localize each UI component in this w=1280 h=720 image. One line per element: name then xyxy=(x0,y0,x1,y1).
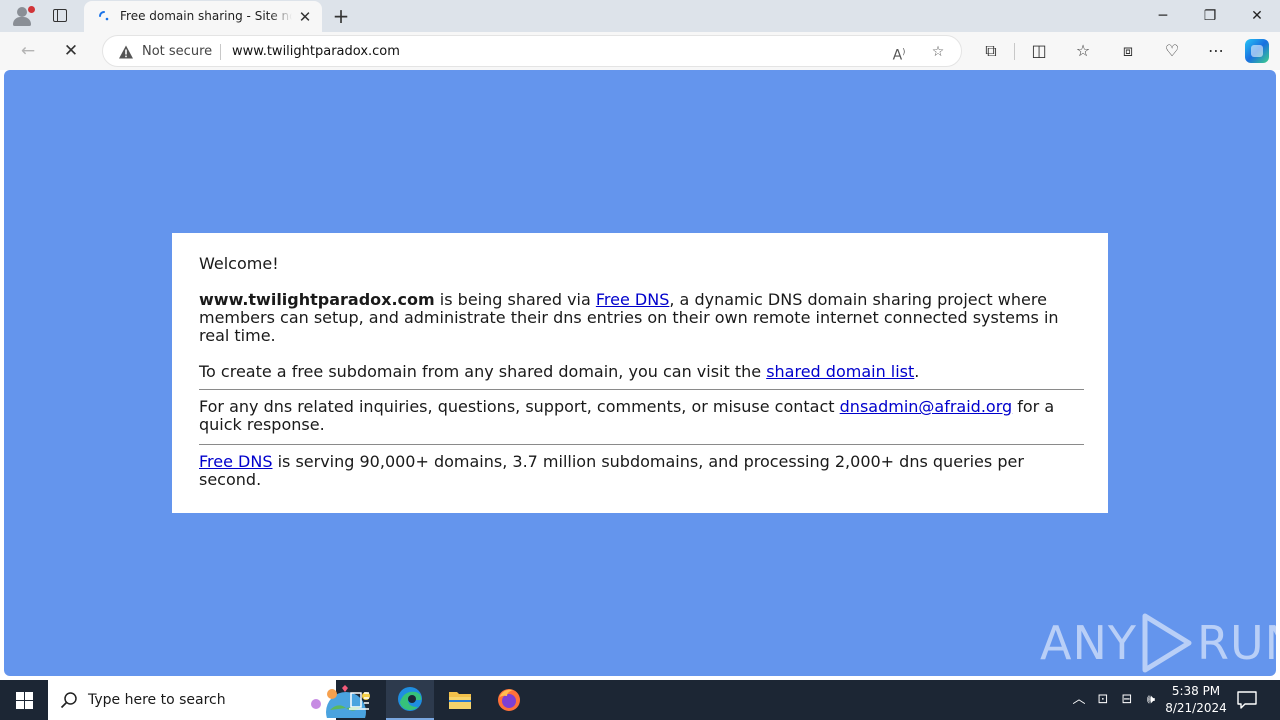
subdomain-text: To create a free subdomain from any shar… xyxy=(199,362,767,381)
tab-actions-icon[interactable] xyxy=(48,6,72,26)
show-hidden-icons-icon[interactable]: ︿ xyxy=(1070,691,1088,709)
tab-close-icon[interactable]: ✕ xyxy=(296,8,314,26)
search-placeholder: Type here to search xyxy=(88,692,226,708)
loading-spinner-icon xyxy=(99,11,109,21)
windows-logo-icon xyxy=(16,692,24,700)
taskbar-firefox-button[interactable] xyxy=(485,680,533,720)
windows-logo-pane xyxy=(16,701,24,709)
back-button[interactable]: ← xyxy=(15,39,41,63)
divider-2 xyxy=(199,444,1084,445)
more-options-icon[interactable]: ⋯ xyxy=(1205,40,1227,62)
subdomain-paragraph: To create a free subdomain from any shar… xyxy=(199,363,1086,381)
content-card: Welcome! www.twilightparadox.com is bein… xyxy=(172,233,1108,513)
security-label[interactable]: Not secure xyxy=(142,44,212,59)
watermark-play-icon xyxy=(1142,613,1192,673)
taskbar-file-explorer-button[interactable] xyxy=(436,680,484,720)
anyrun-watermark: ANY RUN xyxy=(1040,608,1280,678)
clock-time: 5:38 PM xyxy=(1171,684,1221,698)
windows-logo-pane xyxy=(25,692,33,700)
close-window-button[interactable]: ✕ xyxy=(1234,0,1280,32)
profile-head xyxy=(17,7,27,17)
clock-date: 8/21/2024 xyxy=(1165,701,1227,715)
copilot-icon[interactable] xyxy=(1245,39,1269,63)
navigation-bar: ← ✕ Not secure www.twilightparadox.com A… xyxy=(0,32,1280,70)
volume-icon[interactable]: 🕪 xyxy=(1142,691,1160,709)
read-aloud-icon[interactable]: A) xyxy=(889,42,909,64)
tray-device-icon[interactable]: ⊡ xyxy=(1094,691,1112,709)
tab-strip: Free domain sharing - Site not yet confi… xyxy=(0,0,1280,32)
shared-domain-name: www.twilightparadox.com xyxy=(199,290,435,309)
taskbar-edge-button[interactable] xyxy=(386,680,434,720)
browser-essentials-icon[interactable]: ♡ xyxy=(1161,40,1183,62)
welcome-heading: Welcome! xyxy=(199,254,279,273)
intro-paragraph: www.twilightparadox.com is being shared … xyxy=(199,291,1086,345)
shared-domain-list-link[interactable]: shared domain list xyxy=(766,362,914,381)
watermark-left-text: ANY xyxy=(1040,616,1137,670)
collections-icon[interactable]: ⧈ xyxy=(1117,40,1139,62)
subdomain-period: . xyxy=(914,362,920,381)
warning-icon xyxy=(119,45,133,59)
search-icon xyxy=(60,692,77,709)
new-tab-button[interactable]: + xyxy=(330,5,352,27)
favorites-icon[interactable]: ☆ xyxy=(1072,40,1094,62)
tab-title: Free domain sharing - Site not yet confi… xyxy=(120,9,292,25)
notifications-icon[interactable] xyxy=(1236,690,1258,710)
intro-text-1: is being shared via xyxy=(434,290,596,309)
folder-icon xyxy=(449,692,471,709)
edge-icon xyxy=(398,687,422,711)
favorite-star-icon[interactable]: ☆ xyxy=(928,42,948,62)
profile-body xyxy=(13,17,31,26)
page-viewport: Welcome! www.twilightparadox.com is bein… xyxy=(4,70,1280,676)
contact-text: For any dns related inquiries, questions… xyxy=(199,397,840,416)
start-button[interactable] xyxy=(0,680,48,720)
system-clock[interactable]: 5:38 PM 8/21/2024 xyxy=(1163,683,1229,717)
minimize-button[interactable]: ─ xyxy=(1140,0,1186,32)
free-dns-link[interactable]: Free DNS xyxy=(596,290,669,309)
task-view-icon xyxy=(349,692,369,710)
stop-loading-button[interactable]: ✕ xyxy=(58,39,84,63)
watermark-right-text: RUN xyxy=(1196,616,1280,670)
task-view-button[interactable] xyxy=(336,680,384,720)
dnsadmin-email-link[interactable]: dnsadmin@afraid.org xyxy=(840,397,1013,416)
address-bar[interactable]: Not secure www.twilightparadox.com A) ☆ xyxy=(102,35,962,67)
restore-button[interactable]: ❐ xyxy=(1187,0,1233,32)
profile-notification-dot xyxy=(28,6,35,13)
divider-1 xyxy=(199,389,1084,390)
contact-paragraph: For any dns related inquiries, questions… xyxy=(199,398,1086,434)
taskbar-search-box[interactable]: Type here to search xyxy=(48,680,370,720)
stats-text: is serving 90,000+ domains, 3.7 million … xyxy=(199,452,1024,489)
windows-logo-pane xyxy=(25,701,33,709)
firefox-icon xyxy=(498,689,520,711)
taskbar: Type here to search ︿ ⊡ ⊟ 🕪 5:38 PM 8/21… xyxy=(0,680,1280,720)
free-dns-link-2[interactable]: Free DNS xyxy=(199,452,272,471)
address-separator xyxy=(220,44,221,60)
url-text[interactable]: www.twilightparadox.com xyxy=(232,44,400,59)
extensions-icon[interactable]: ⧉ xyxy=(980,40,1002,62)
profile-avatar-icon[interactable] xyxy=(8,4,36,28)
tab-actions-divider xyxy=(53,9,58,22)
toolbar-separator xyxy=(1014,43,1015,60)
stats-paragraph: Free DNS is serving 90,000+ domains, 3.7… xyxy=(199,453,1086,489)
split-screen-icon[interactable]: ◫ xyxy=(1028,40,1050,62)
network-icon[interactable]: ⊟ xyxy=(1118,691,1136,709)
active-tab[interactable]: Free domain sharing - Site not yet confi… xyxy=(84,1,322,32)
